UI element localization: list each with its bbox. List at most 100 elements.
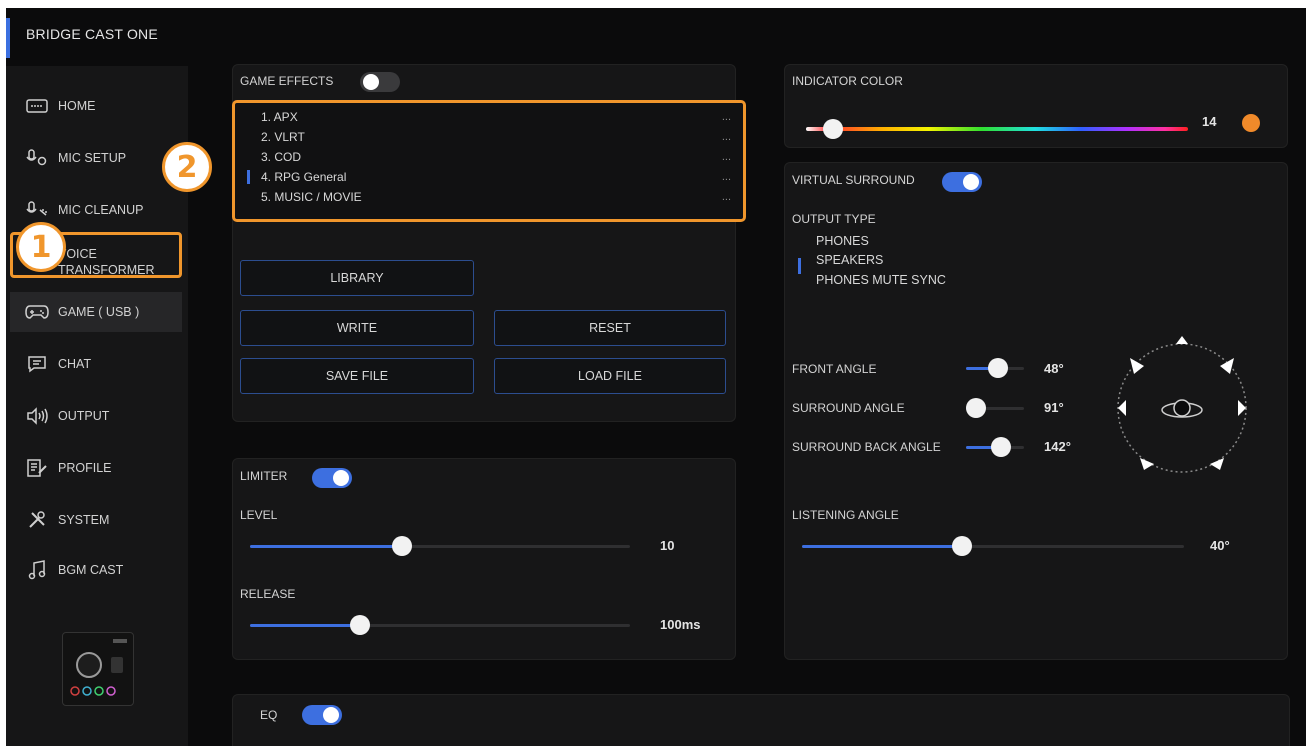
more-icon[interactable]: ... (722, 111, 731, 123)
sidebar-item-label: BGM CAST (58, 563, 124, 577)
game-effects-label: GAME EFFECTS (240, 74, 334, 88)
game-effects-toggle[interactable] (360, 72, 400, 92)
slider-thumb[interactable] (822, 119, 843, 139)
surround-angle-label: SURROUND ANGLE (792, 401, 905, 415)
sidebar-item-chat[interactable]: CHAT (10, 344, 182, 384)
eq-label: EQ (260, 708, 278, 722)
indicator-color-label: INDICATOR COLOR (792, 74, 903, 88)
selection-bar (247, 170, 250, 184)
speaker-back-right-icon (1210, 458, 1224, 470)
more-icon[interactable]: ... (722, 191, 731, 203)
level-label: LEVEL (240, 508, 278, 522)
front-angle-slider[interactable] (966, 358, 1024, 378)
reset-button[interactable]: RESET (494, 310, 726, 346)
keyboard-icon (20, 99, 54, 113)
slider-thumb[interactable] (350, 615, 371, 635)
indicator-color-slider[interactable] (806, 119, 1188, 139)
preset-label: 4. RPG General (261, 170, 347, 184)
speaker-front-right-icon (1220, 358, 1234, 374)
surround-angle-slider[interactable] (966, 398, 1024, 418)
surround-back-angle-slider[interactable] (966, 437, 1024, 457)
sidebar-item-label: HOME (58, 99, 96, 113)
output-option-speakers[interactable]: SPEAKERS (816, 253, 883, 267)
release-value: 100ms (660, 617, 701, 632)
write-button[interactable]: WRITE (240, 310, 474, 346)
list-item[interactable]: 1. APX... (261, 107, 731, 127)
color-swatch (1242, 114, 1260, 132)
more-icon[interactable]: ... (722, 131, 731, 143)
preset-list: 1. APX... 2. VLRT... 3. COD... 4. RPG Ge… (232, 100, 746, 222)
output-option-phones[interactable]: PHONES (816, 234, 869, 248)
speaker-front-left-icon (1130, 358, 1144, 374)
profile-doc-icon (20, 458, 54, 478)
music-note-icon (20, 560, 54, 580)
sidebar: HOME MIC SETUP MIC CLEANUP VOICE TRANSFO… (6, 66, 188, 746)
list-item[interactable]: 2. VLRT... (261, 127, 731, 147)
sidebar-item-bgm-cast[interactable]: BGM CAST (10, 550, 182, 590)
list-item[interactable]: 4. RPG General... (247, 167, 731, 187)
app-window: BRIDGE CAST ONE HOME MIC SETUP MIC CLEAN… (6, 8, 1306, 746)
more-icon[interactable]: ... (722, 151, 731, 163)
sidebar-item-home[interactable]: HOME (10, 86, 182, 126)
slider-thumb[interactable] (966, 398, 986, 418)
eq-toggle[interactable] (302, 705, 342, 725)
preset-label: 2. VLRT (261, 130, 305, 144)
sidebar-item-label: GAME ( USB ) (58, 305, 140, 319)
annotation-badge-1: 1 (16, 222, 66, 272)
library-button[interactable]: LIBRARY (240, 260, 474, 296)
front-angle-value: 48° (1044, 361, 1064, 376)
level-slider[interactable] (250, 536, 630, 556)
surround-back-angle-value: 142° (1044, 439, 1071, 454)
eq-panel (232, 694, 1290, 746)
list-item[interactable]: 3. COD... (261, 147, 731, 167)
more-icon[interactable]: ... (722, 171, 731, 183)
mic-sparkle-icon (20, 201, 54, 219)
slider-thumb[interactable] (990, 437, 1011, 457)
slider-thumb[interactable] (987, 358, 1008, 378)
speaker-surround-right-icon (1238, 400, 1246, 416)
sidebar-item-mic-setup[interactable]: MIC SETUP (10, 138, 182, 178)
title-bar: BRIDGE CAST ONE (6, 8, 1306, 60)
sidebar-item-label: SYSTEM (58, 513, 110, 527)
release-slider[interactable] (250, 615, 630, 635)
speaker-surround-left-icon (1118, 400, 1126, 416)
preset-label: 5. MUSIC / MOVIE (261, 190, 362, 204)
front-angle-label: FRONT ANGLE (792, 362, 877, 376)
tools-icon (20, 510, 54, 530)
sidebar-item-label: MIC SETUP (58, 151, 127, 165)
surround-speaker-diagram (1117, 336, 1247, 473)
load-file-button[interactable]: LOAD FILE (494, 358, 726, 394)
title-accent-bar (6, 18, 10, 58)
sidebar-item-output[interactable]: OUTPUT (10, 396, 182, 436)
sidebar-item-label: CHAT (58, 357, 92, 371)
sidebar-item-profile[interactable]: PROFILE (10, 448, 182, 488)
toggle-knob (363, 74, 379, 90)
save-file-button[interactable]: SAVE FILE (240, 358, 474, 394)
output-type-label: OUTPUT TYPE (792, 212, 876, 226)
indicator-color-value: 14 (1202, 114, 1217, 129)
sidebar-item-label: PROFILE (58, 461, 112, 475)
surround-angle-value: 91° (1044, 400, 1064, 415)
output-selection-bar (798, 258, 801, 274)
listener-head-icon (1161, 399, 1203, 418)
slider-thumb[interactable] (392, 536, 412, 556)
surround-back-angle-label: SURROUND BACK ANGLE (792, 440, 941, 454)
preset-label: 1. APX (261, 110, 298, 124)
slider-thumb[interactable] (952, 536, 973, 556)
gamepad-icon (20, 304, 54, 320)
slider-fill (802, 545, 963, 548)
sidebar-item-game-usb[interactable]: GAME ( USB ) (10, 292, 182, 332)
virtual-surround-toggle[interactable] (942, 172, 982, 192)
device-image-icon (70, 639, 127, 696)
list-item[interactable]: 5. MUSIC / MOVIE... (261, 187, 731, 207)
chat-bubble-icon (20, 355, 54, 373)
limiter-toggle[interactable] (312, 468, 352, 488)
sidebar-item-system[interactable]: SYSTEM (10, 500, 182, 540)
app-title: BRIDGE CAST ONE (26, 26, 158, 42)
slider-fill (250, 624, 361, 627)
output-option-phones-mute-sync[interactable]: PHONES MUTE SYNC (816, 273, 946, 287)
toggle-knob (323, 707, 339, 723)
listening-angle-slider[interactable] (802, 536, 1184, 556)
level-value: 10 (660, 538, 675, 553)
slider-fill (250, 545, 402, 548)
